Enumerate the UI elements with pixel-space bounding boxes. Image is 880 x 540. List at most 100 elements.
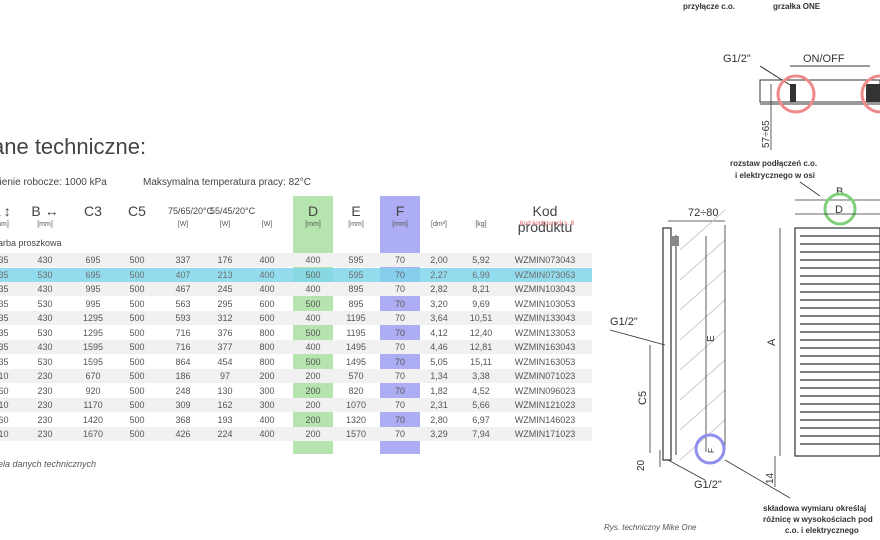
column-header: A ↕ [0,203,11,219]
table-cell: 600 [259,313,275,323]
table-cell: WZMIN103053 [514,298,576,309]
table-cell: 635 [0,342,9,352]
table-cell: 1170 [83,400,103,410]
table-cell: 4,12 [430,327,448,338]
table-row[interactable]: 035 430 995 500 467 245 400 400 895 70 2,82 8,21 WZM… [0,282,592,296]
table-cell: 570 [348,371,364,381]
table-cell: 1195 [346,327,366,338]
table-cell: 595 [348,255,364,265]
table-cell: WZMIN133053 [514,327,576,338]
table-row[interactable]: 735 530 695 500 407 213 400 500 595 70 2,27 6,99 WZM… [0,267,592,282]
label-connector: przyłącze c.o. [683,2,735,11]
table-cell: WZMIN073043 [514,255,576,265]
table-cell: 710 [0,429,9,439]
table-cell: 426 [175,429,191,439]
table-cell: 1595 [82,342,104,352]
table-row[interactable]: 635 430 1595 500 716 377 800 400 1495 70 4,46 12,81… [0,340,592,354]
table-cell: 4,46 [430,342,448,352]
table-cell: 1320 [345,414,367,425]
table-cell: 430 [37,342,53,352]
table-cell: 1,82 [430,385,448,396]
table-cell: 2,27 [430,269,448,280]
table-cell: 400 [259,414,275,425]
table-cell: 9,69 [472,298,490,309]
label-72-80: 72÷80 [688,207,719,219]
table-cell: 695 [85,255,101,265]
table-cell: 3,29 [430,429,448,439]
table-cell: 530 [37,327,53,338]
table-row[interactable]: 635 530 1595 500 864 454 800 500 1495 70 5,05 15,11… [0,355,592,369]
table-row[interactable]: 960 230 920 500 248 130 300 200 820 70 1,82 4,52 WZM… [0,384,592,398]
table-cell: 3,20 [430,298,448,309]
table-cell: 595 [348,269,364,280]
table-cell: 312 [217,313,233,323]
table-cell: 248 [175,385,191,396]
column-unit: [mm] [0,221,9,228]
table-cell: WZMIN121023 [514,400,576,410]
technical-drawing: przyłącze c.o. grzałka ONE G1/2" ON/OFF … [609,2,880,535]
table-row[interactable]: 735 430 695 500 337 176 400 400 595 70 2,00 5,92 WZM… [0,253,592,267]
bottom-note-3: c.o. i elektrycznego [785,526,859,535]
table-cell: 200 [305,414,321,425]
table-cell: 400 [259,269,275,280]
table-cell: 430 [37,284,53,294]
table-row[interactable]: 710 230 670 500 186 97 200 200 570 70 1,34 3,38 WZMI… [0,369,592,383]
table-cell: 70 [394,371,405,381]
table-cell: 500 [305,298,321,309]
table-cell: 460 [0,414,9,425]
table-cell: 500 [129,298,145,309]
table-cell: WZMIN096023 [514,385,576,396]
table-cell: 2,82 [430,284,448,294]
table-cell: 400 [305,342,321,352]
table-row[interactable]: 460 230 1420 500 368 193 400 200 1320 70 2,80 6,97 W… [0,413,592,427]
column-header: 75/65/20°C [168,206,214,216]
table-cell: 430 [37,255,53,265]
table-cell: 500 [129,284,145,294]
table-cell: 335 [0,327,9,338]
table-cell: 162 [217,400,233,410]
table-cell: 500 [305,269,321,280]
table-cell: 1295 [82,327,104,338]
table-cell: 1195 [346,313,366,323]
table-cell: 368 [175,414,191,425]
table-cell: 716 [175,327,191,338]
table-cell: 454 [217,356,233,367]
column-header: E [351,203,361,219]
table-cell: WZMIN146023 [514,414,576,425]
table-cell: 920 [85,385,101,396]
label-onoff: ON/OFF [803,53,845,65]
table-row[interactable]: 335 530 1295 500 716 376 800 500 1195 70 4,12 12,40… [0,326,592,340]
table-cell: 800 [259,342,275,352]
bottom-note-2: różnicę w wysokościach pod [763,515,873,524]
table-cell: 70 [394,414,405,425]
table-row[interactable]: 335 430 1295 500 593 312 600 400 1195 70 3,64 10,51… [0,311,592,325]
column-unit: [W] [177,221,189,228]
table-cell: 186 [175,371,191,381]
table-cell: 200 [305,429,321,439]
table-cell: 1570 [345,429,367,439]
table-cell: 176 [217,255,233,265]
table-cell: 3,38 [472,371,490,381]
group-label: arba proszkowa [0,238,62,248]
table-cell: 735 [0,269,9,280]
table-row[interactable]: 035 530 995 500 563 295 600 500 895 70 3,20 9,69 WZM… [0,297,592,311]
table-cell: WZMIN163043 [514,342,576,352]
table-cell: 695 [85,269,101,280]
table-cell: 8,21 [472,284,490,294]
table-cell: 309 [175,400,191,410]
table-cell: WZMIN171023 [514,429,576,439]
column-header: F [395,203,405,219]
table-cell: 500 [129,385,145,396]
table-cell: 400 [259,429,275,439]
table-row[interactable]: 210 230 1170 500 309 162 300 200 1070 70 2,31 5,66 W… [0,398,592,412]
table-cell: 70 [394,342,405,352]
table-row[interactable]: 710 230 1670 500 426 224 400 200 1570 70 3,29 7,94 W… [0,427,592,441]
column-unit: [dm³] [431,221,447,228]
table-cell: 4,52 [472,385,490,396]
table-cell: 800 [259,327,275,338]
table-cell: 035 [0,298,9,309]
table-cell: 400 [305,284,321,294]
table-cell: 500 [129,313,145,323]
drawing-caption: Rys. techniczny Mike One [604,523,697,532]
column-header: C5 [128,203,146,219]
